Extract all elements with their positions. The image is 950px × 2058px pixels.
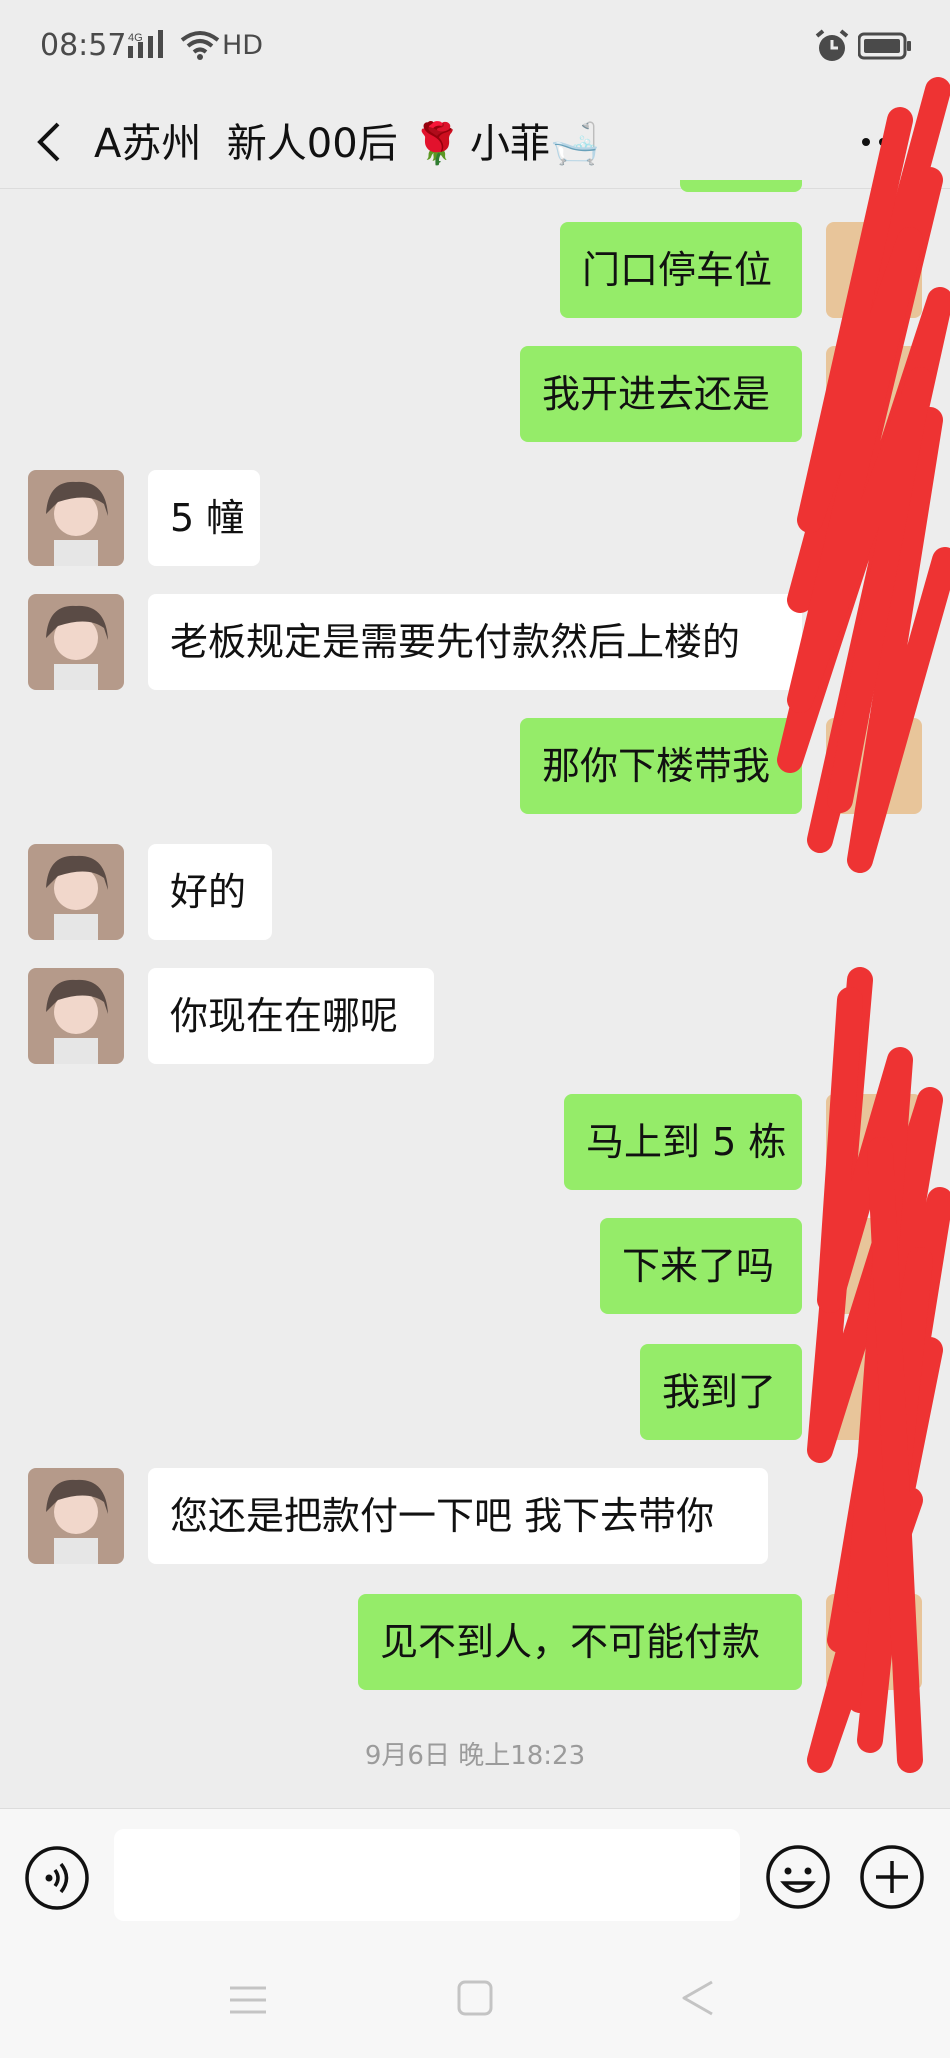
plus-icon[interactable] bbox=[858, 1843, 926, 1911]
self-avatar[interactable] bbox=[826, 346, 922, 442]
message-row-out: 门口停车位 bbox=[0, 222, 950, 318]
message-bubble-incoming[interactable]: 您还是把款付一下吧 我下去带你 bbox=[148, 1468, 768, 1564]
status-time: 08:57 bbox=[40, 28, 127, 63]
hd-indicator: HD bbox=[222, 30, 264, 61]
chat-title-name: 小菲 bbox=[470, 121, 550, 167]
message-row-in: 老板规定是需要先付款然后上楼的 bbox=[0, 594, 950, 690]
message-bubble-incoming[interactable]: 你现在在哪呢 bbox=[148, 968, 434, 1064]
contact-avatar[interactable] bbox=[28, 470, 124, 566]
contact-avatar[interactable] bbox=[28, 1468, 124, 1564]
message-row-in: 好的 bbox=[0, 844, 950, 940]
message-input[interactable] bbox=[114, 1829, 740, 1921]
chat-header: A苏州 新人00后 🌹 小菲 🛁 bbox=[0, 100, 950, 189]
message-row-out: 马上到 5 栋 bbox=[0, 1094, 950, 1190]
chevron-left-icon[interactable] bbox=[28, 110, 68, 174]
message-bubble-incoming[interactable]: 5 幢 bbox=[148, 470, 260, 566]
home-icon[interactable] bbox=[456, 1978, 494, 2018]
self-avatar[interactable] bbox=[826, 718, 922, 814]
back-triangle-icon[interactable] bbox=[678, 1978, 718, 2018]
message-bubble-incoming[interactable]: 好的 bbox=[148, 844, 272, 940]
message-bubble-outgoing[interactable]: 门口停车位 bbox=[560, 222, 802, 318]
message-row-out: 下来了吗 bbox=[0, 1218, 950, 1314]
message-bubble-outgoing[interactable]: 我开进去还是 bbox=[520, 346, 802, 442]
contact-avatar[interactable] bbox=[28, 594, 124, 690]
message-row-in: 5 幢 bbox=[0, 470, 950, 566]
menu-icon[interactable] bbox=[228, 1982, 268, 2018]
cellular-signal-icon: 4G bbox=[128, 30, 163, 58]
self-avatar[interactable] bbox=[826, 222, 922, 318]
bathtub-emoji-icon: 🛁 bbox=[550, 121, 600, 167]
more-icon[interactable] bbox=[858, 122, 908, 162]
message-bubble-incoming[interactable]: 老板规定是需要先付款然后上楼的 bbox=[148, 594, 802, 690]
message-row-in: 你现在在哪呢 bbox=[0, 968, 950, 1064]
message-bubble-outgoing[interactable]: 马上到 5 栋 bbox=[564, 1094, 802, 1190]
voice-icon[interactable] bbox=[24, 1845, 90, 1911]
contact-avatar[interactable] bbox=[28, 968, 124, 1064]
message-row-out: 见不到人，不可能付款 bbox=[0, 1594, 950, 1690]
message-bubble-outgoing[interactable]: 我到了 bbox=[640, 1344, 802, 1440]
message-bubble-outgoing[interactable]: 那你下楼带我 bbox=[520, 718, 802, 814]
self-avatar[interactable] bbox=[826, 1594, 922, 1690]
message-row-out: 我开进去还是 bbox=[0, 346, 950, 442]
rose-emoji-icon: 🌹 bbox=[412, 121, 462, 167]
contact-avatar[interactable] bbox=[28, 844, 124, 940]
input-bar bbox=[0, 1808, 950, 1939]
wifi-icon bbox=[180, 31, 220, 60]
self-avatar[interactable] bbox=[826, 1344, 922, 1440]
battery-icon bbox=[858, 32, 911, 60]
message-timestamp: 9月6日 晚上18:23 bbox=[364, 1741, 586, 1771]
message-row-out: 那你下楼带我 bbox=[0, 718, 950, 814]
system-nav-bar bbox=[0, 1938, 950, 2058]
alarm-icon bbox=[815, 29, 849, 61]
message-row-out: 我到了 bbox=[0, 1344, 950, 1440]
partial-message-bubble bbox=[680, 180, 802, 192]
chat-title: A苏州 新人00后 bbox=[94, 121, 398, 167]
status-bar: 08:57 4G HD bbox=[0, 0, 950, 100]
self-avatar[interactable] bbox=[826, 1218, 922, 1314]
emoji-icon[interactable] bbox=[764, 1843, 832, 1911]
self-avatar[interactable] bbox=[826, 1094, 922, 1190]
message-bubble-outgoing[interactable]: 下来了吗 bbox=[600, 1218, 802, 1314]
message-bubble-outgoing[interactable]: 见不到人，不可能付款 bbox=[358, 1594, 802, 1690]
message-row-in: 您还是把款付一下吧 我下去带你 bbox=[0, 1468, 950, 1564]
